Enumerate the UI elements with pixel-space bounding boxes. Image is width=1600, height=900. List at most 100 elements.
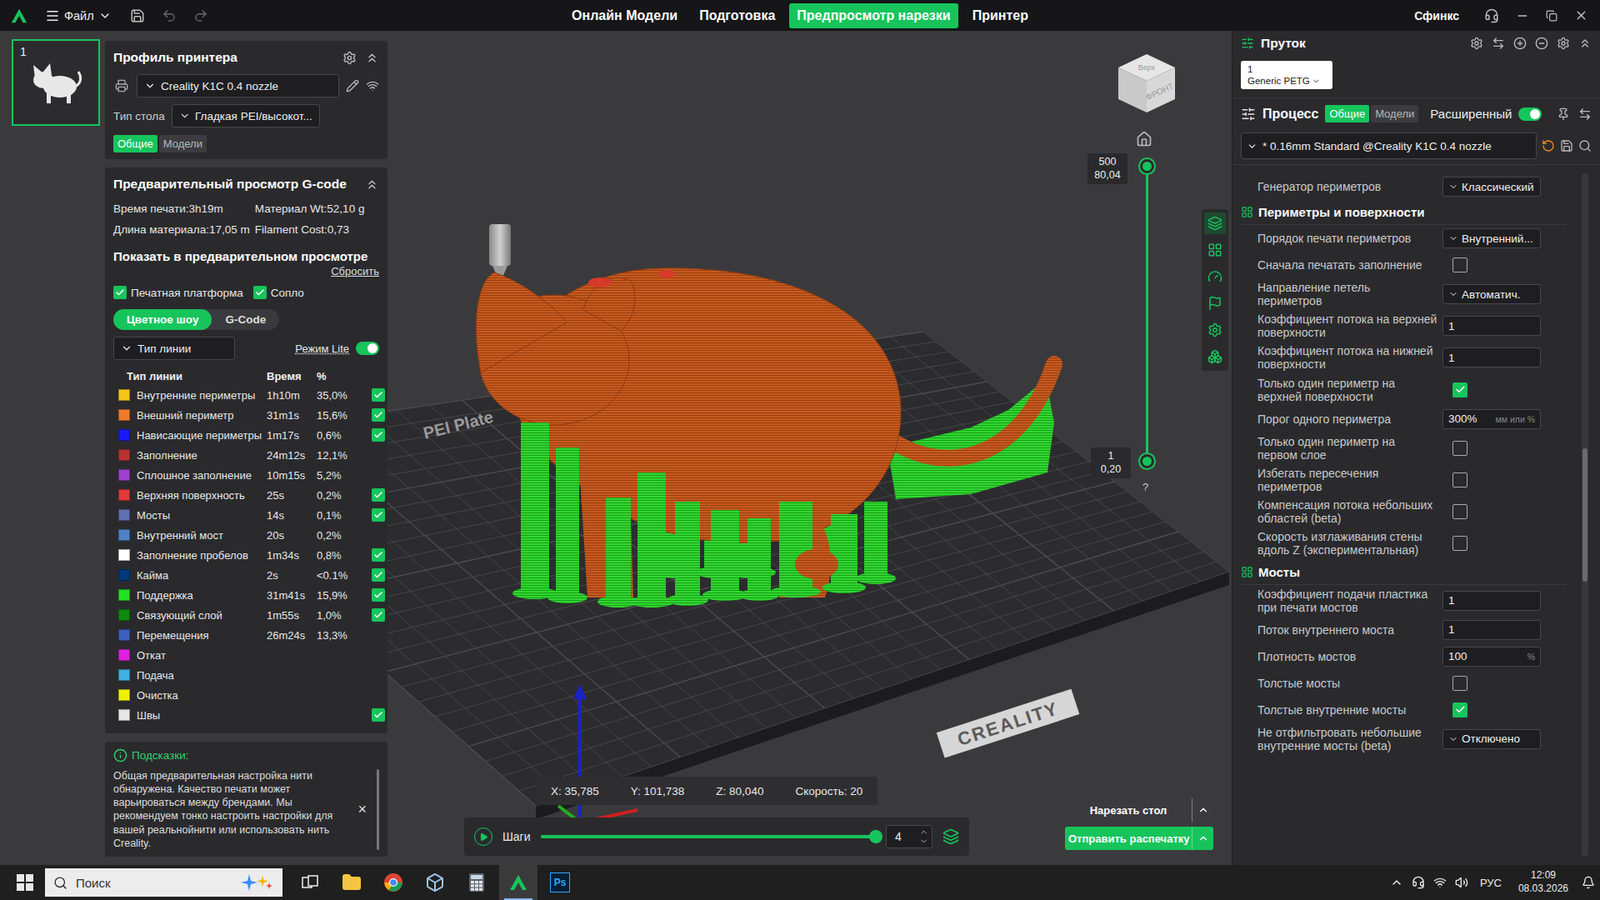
collapse-icon[interactable]	[365, 177, 380, 192]
hint-close-button[interactable]: ×	[354, 800, 370, 819]
restore-button[interactable]	[1544, 8, 1560, 24]
notifications-icon[interactable]	[1581, 875, 1595, 890]
search-icon[interactable]	[1578, 139, 1592, 153]
setting-input[interactable]: 100%	[1442, 646, 1541, 667]
line-type-row[interactable]: Внутренний мост20s0,2%	[113, 525, 380, 545]
lite-mode-switch[interactable]	[355, 341, 380, 355]
visibility-checkbox[interactable]	[371, 668, 385, 682]
line-type-row[interactable]: Поддержка31m41s15,9%	[113, 585, 380, 605]
decrement-icon[interactable]	[919, 836, 929, 846]
reset-link[interactable]: Сбросить	[330, 265, 380, 278]
volume-icon[interactable]	[1455, 875, 1469, 890]
line-type-row[interactable]: Нависающие периметры1m17s0,6%	[113, 425, 380, 445]
file-menu[interactable]: Файл	[41, 6, 115, 25]
line-type-row[interactable]: Кайма2s<0.1%	[113, 565, 380, 585]
visibility-checkbox[interactable]	[371, 548, 385, 562]
redo-button[interactable]	[191, 6, 210, 25]
visibility-checkbox[interactable]	[371, 488, 385, 502]
line-type-row[interactable]: Связующий слой1m55s1,0%	[113, 605, 380, 625]
advanced-switch[interactable]	[1518, 107, 1542, 121]
visibility-checkbox[interactable]	[371, 528, 385, 542]
line-type-row[interactable]: Внутренние периметры1h10m35,0%	[113, 385, 380, 405]
save-button[interactable]	[128, 6, 147, 25]
filament-slot[interactable]: 1Generic PETG	[1240, 60, 1333, 90]
visibility-checkbox[interactable]	[371, 568, 385, 582]
user-name[interactable]: Сфинкс	[1414, 9, 1460, 23]
bed-type-select[interactable]: Гладкая PEI/высокот...	[171, 104, 320, 128]
main-tab[interactable]: Подготовка	[691, 3, 783, 29]
tray-overflow-icon[interactable]	[1390, 875, 1404, 890]
main-tab[interactable]: Онлайн Модели	[564, 3, 685, 29]
visibility-checkbox[interactable]	[371, 448, 385, 462]
setting-checkbox[interactable]	[1452, 535, 1468, 551]
setting-select[interactable]: Внутренний...	[1442, 228, 1541, 249]
setting-select[interactable]: Отключено	[1442, 729, 1541, 750]
line-type-row[interactable]: Очистка	[113, 685, 380, 705]
line-type-row[interactable]: Внешний периметр31m1s15,6%	[113, 405, 380, 425]
taskbar-app[interactable]	[374, 865, 413, 900]
network-icon[interactable]	[1433, 875, 1447, 890]
taskbar-app[interactable]	[457, 865, 496, 900]
compare-icon[interactable]	[1578, 107, 1592, 121]
hint-scrollbar[interactable]	[376, 769, 380, 851]
main-tab[interactable]: Принтер	[965, 3, 1036, 29]
visibility-checkbox[interactable]	[371, 708, 385, 722]
view-tool-button[interactable]	[1204, 212, 1226, 235]
view-mode-button[interactable]: G-Code	[211, 309, 280, 330]
view-type-select[interactable]: Тип линии	[113, 336, 235, 360]
taskbar-app[interactable]	[332, 865, 371, 900]
line-type-row[interactable]: Заполнение24m12s12,1%	[113, 445, 380, 465]
edit-icon[interactable]	[345, 79, 360, 93]
undo-button[interactable]	[160, 6, 179, 25]
display-option[interactable]: Печатная платформа	[113, 285, 244, 300]
steps-slider[interactable]	[540, 835, 876, 839]
minimize-button[interactable]	[1514, 7, 1531, 25]
layer-upper-handle[interactable]	[1140, 159, 1155, 174]
layer-lower-handle[interactable]	[1140, 454, 1155, 469]
setting-input[interactable]: 300%мм или %	[1442, 409, 1541, 430]
remove-icon[interactable]	[1535, 36, 1549, 50]
visibility-checkbox[interactable]	[371, 588, 385, 602]
save-icon[interactable]	[1560, 139, 1574, 153]
visibility-checkbox[interactable]	[371, 688, 385, 702]
close-button[interactable]	[1572, 6, 1590, 25]
help-mark[interactable]: ?	[1142, 480, 1149, 494]
checkbox[interactable]	[253, 285, 267, 300]
line-type-row[interactable]: Перемещения26m24s13,3%	[113, 625, 380, 645]
view-tool-button[interactable]	[1204, 265, 1226, 288]
add-icon[interactable]	[1513, 36, 1527, 50]
collapse-icon[interactable]	[1578, 36, 1592, 50]
gear-icon[interactable]	[342, 50, 357, 65]
line-type-row[interactable]: Заполнение пробелов1m34s0,8%	[113, 545, 380, 565]
action-menu-button[interactable]	[1191, 798, 1214, 822]
action-menu-button[interactable]	[1191, 826, 1214, 850]
clock[interactable]: 12:0908.03.2026	[1513, 869, 1574, 895]
view-cube[interactable]: ВерхФРОНТ	[1113, 49, 1180, 116]
visibility-checkbox[interactable]	[371, 628, 385, 642]
view-tool-button[interactable]	[1204, 292, 1226, 315]
taskbar-search[interactable]: Поиск	[45, 868, 283, 897]
start-button[interactable]	[8, 865, 42, 900]
action-button[interactable]: Нарезать стол	[1065, 798, 1192, 822]
steps-handle[interactable]	[869, 830, 883, 844]
visibility-checkbox[interactable]	[371, 608, 385, 622]
line-type-row[interactable]: Откат	[113, 645, 380, 665]
tray-app-icon[interactable]	[1411, 875, 1425, 890]
view-mode-button[interactable]: Цветное шоу	[113, 309, 212, 330]
visibility-checkbox[interactable]	[371, 388, 385, 402]
increment-icon[interactable]	[919, 827, 929, 837]
printer-select[interactable]: Creality K1C 0.4 nozzle	[136, 74, 340, 98]
home-view-button[interactable]	[1135, 130, 1153, 150]
setting-checkbox[interactable]	[1452, 382, 1468, 398]
layers-icon[interactable]	[942, 828, 960, 845]
layer-slider[interactable]	[1137, 165, 1158, 461]
profile-tab[interactable]: Модели	[159, 135, 207, 153]
view-tool-button[interactable]	[1204, 319, 1226, 341]
process-tab[interactable]: Общие	[1325, 105, 1370, 123]
visibility-checkbox[interactable]	[371, 468, 385, 482]
play-button[interactable]	[474, 827, 493, 846]
display-option[interactable]: Сопло	[253, 285, 305, 300]
line-type-row[interactable]: Сплошное заполнение10m15s5,2%	[113, 465, 380, 485]
steps-input[interactable]: 4	[885, 825, 933, 849]
view-tool-button[interactable]	[1204, 345, 1226, 368]
